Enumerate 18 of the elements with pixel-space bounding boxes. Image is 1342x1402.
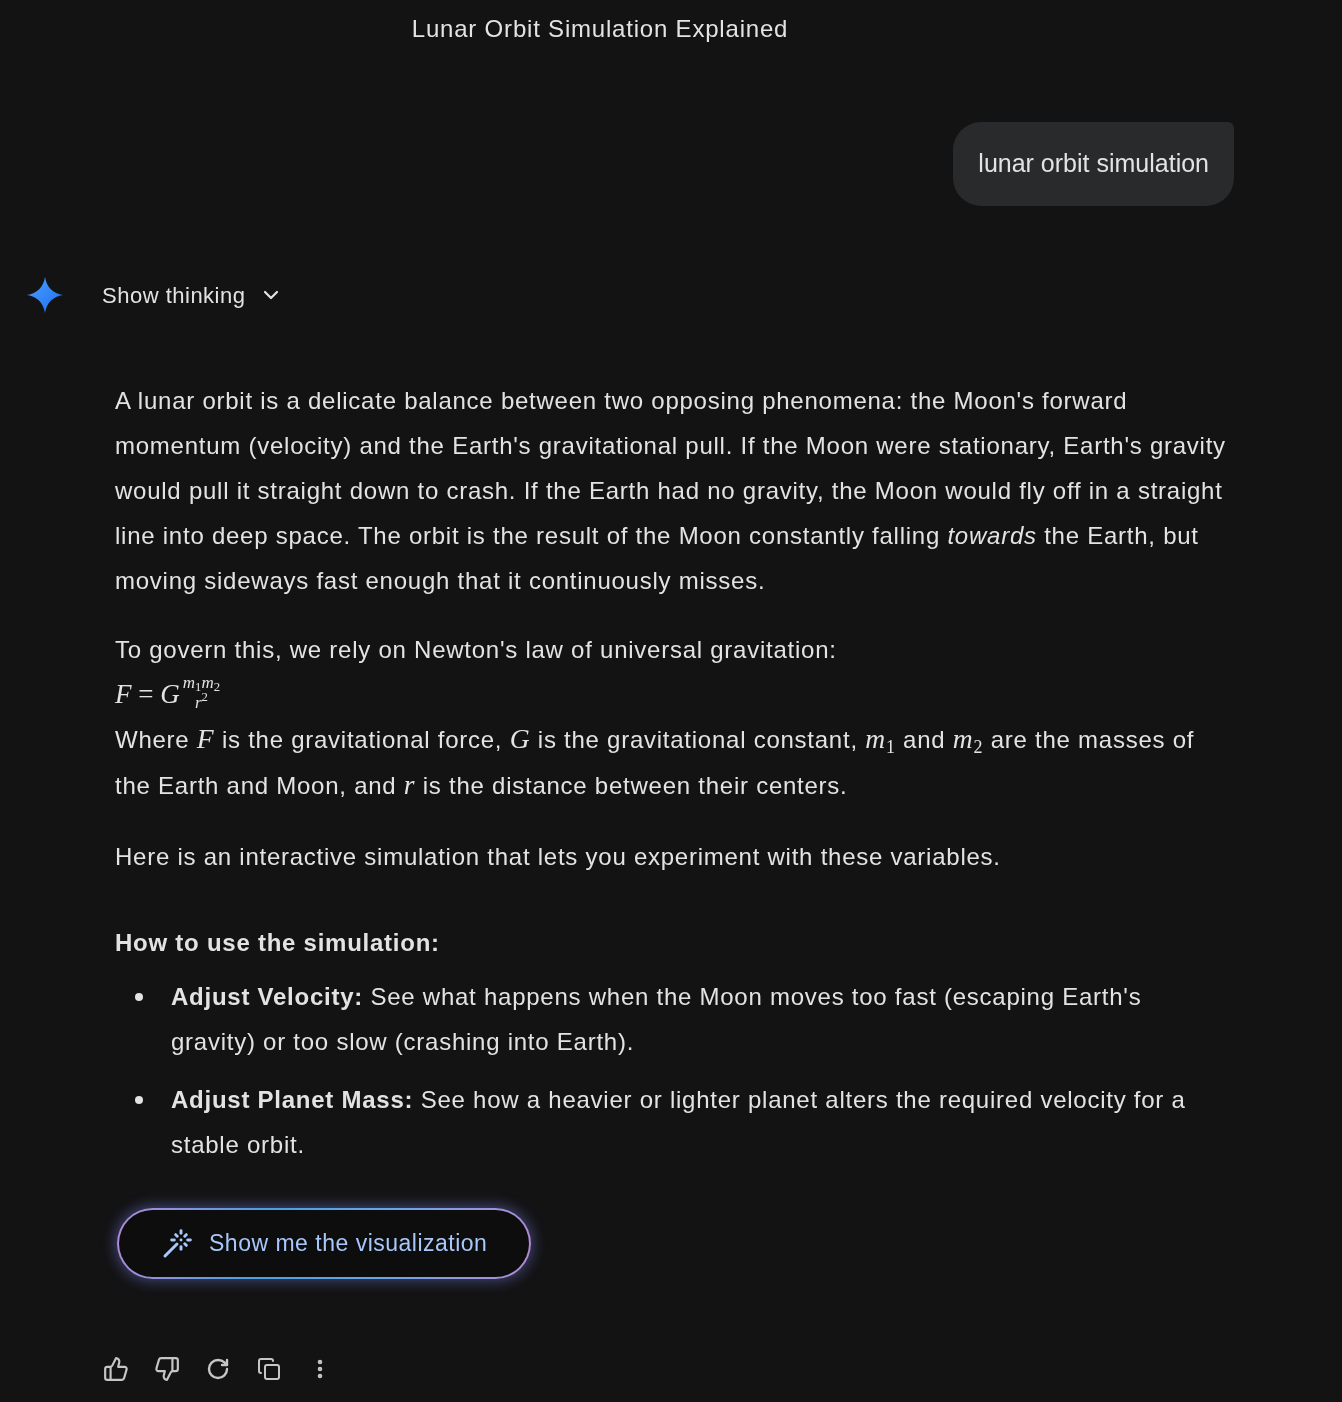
section-heading: How to use the simulation: xyxy=(115,928,441,958)
magic-wand-icon xyxy=(161,1227,193,1260)
show-thinking-button[interactable]: Show thinking xyxy=(102,278,284,312)
sparkle-icon xyxy=(27,277,63,313)
copy-icon[interactable] xyxy=(257,1357,281,1381)
thumbs-down-icon[interactable] xyxy=(154,1356,180,1382)
response-paragraph: A lunar orbit is a delicate balance between two opposing phenomena: the Moon's forward momentum (velocity) and the Earth's gravitational pull. If the Moon were stationary, Earth's gravity would pull it straight down to crash. If the Earth had no gravity, the Moon would fly off in a straight line into deep space. The orbit is the result of the Moon constantly falling towards the Earth, but moving sideways fast enough that it continuously misses. xyxy=(115,386,1227,596)
bullet-icon xyxy=(135,992,143,1001)
user-message-bubble: lunar orbit simulation xyxy=(953,122,1234,206)
response-paragraph: To govern this, we rely on Newton's law of universal gravitation: xyxy=(115,635,837,665)
bullet-icon xyxy=(135,1095,143,1104)
refresh-icon[interactable] xyxy=(206,1357,230,1381)
list-item-text: Adjust Velocity: See what happens when the Moon moves too fast (escaping Earth's gravity) or too slow (crashing into Earth). xyxy=(171,982,1143,1057)
conversation-title: Lunar Orbit Simulation Explained xyxy=(411,14,789,44)
response-paragraph: Here is an interactive simulation that lets you experiment with these variables. xyxy=(115,842,1002,872)
thumbs-up-icon[interactable] xyxy=(103,1356,129,1382)
list-item-text: Adjust Planet Mass: See how a heavier or lighter planet alters the required velocity for a stable orbit. xyxy=(171,1085,1187,1160)
response-paragraph: Where F is the gravitational force, G is the gravitational constant, m$_{1}$ and m$_{2}$ are the masses of the Earth and Moon, and r is the distance between their centers. xyxy=(115,722,1196,802)
